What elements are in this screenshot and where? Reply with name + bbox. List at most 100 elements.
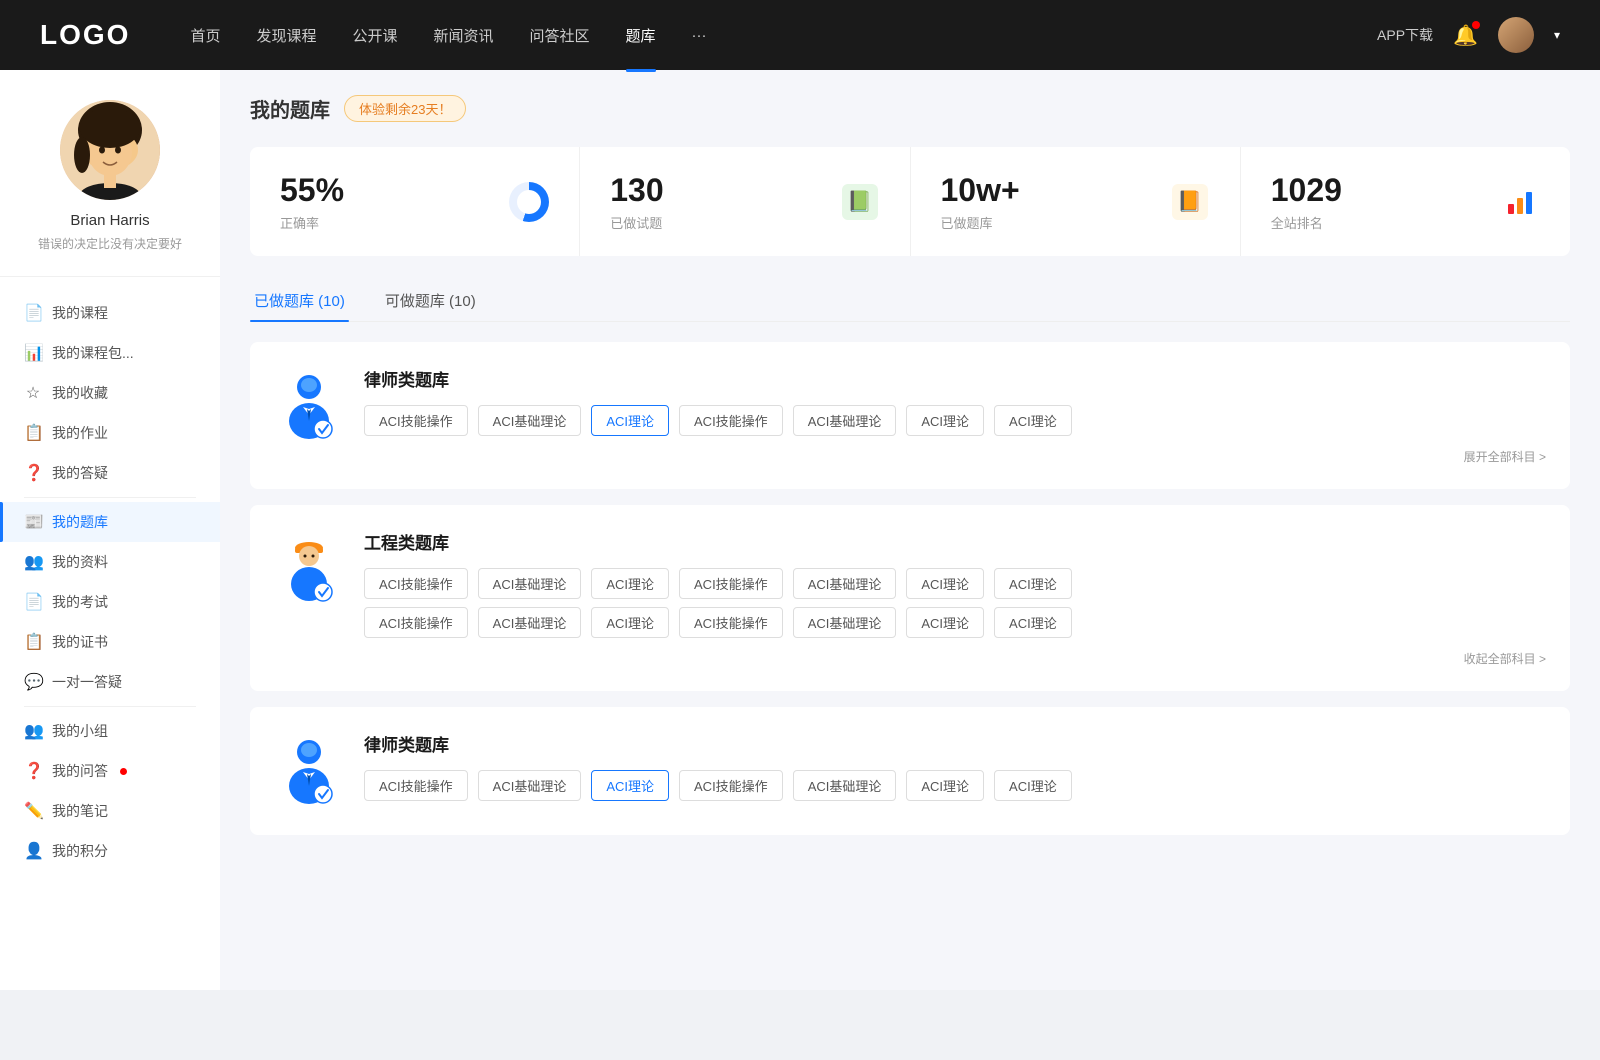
favorites-icon: ☆ <box>24 383 42 403</box>
collapse-text-engineer1: 收起全部科目 > <box>1464 652 1546 666</box>
eng2-tag-2[interactable]: ACI理论 <box>591 607 669 638</box>
sidebar-item-group[interactable]: 👥 我的小组 <box>0 711 220 751</box>
sidebar-item-notes[interactable]: ✏️ 我的笔记 <box>0 791 220 831</box>
stat-done-banks-label: 已做题库 <box>941 213 1154 232</box>
lawyer2-tags: ACI技能操作 ACI基础理论 ACI理论 ACI技能操作 ACI基础理论 AC… <box>364 770 1546 801</box>
sidebar-label-answering: 我的答疑 <box>52 463 108 483</box>
law2-tag-5[interactable]: ACI理论 <box>906 770 984 801</box>
book-green-icon: 📗 <box>842 184 878 220</box>
sidebar-item-packages[interactable]: 📊 我的课程包... <box>0 333 220 373</box>
stat-done-banks-value: 10w+ <box>941 171 1154 209</box>
eng-tag-6[interactable]: ACI理论 <box>994 568 1072 599</box>
tag-3[interactable]: ACI技能操作 <box>679 405 783 436</box>
nav-discover[interactable]: 发现课程 <box>256 25 316 46</box>
eng2-tag-3[interactable]: ACI技能操作 <box>679 607 783 638</box>
stat-site-rank: 1029 全站排名 <box>1241 147 1570 256</box>
stat-accuracy-info: 55% 正确率 <box>280 171 493 232</box>
done-banks-icon: 📙 <box>1170 182 1210 222</box>
eng2-tag-5[interactable]: ACI理论 <box>906 607 984 638</box>
sidebar-divider-1 <box>24 497 196 498</box>
sidebar-item-favorites[interactable]: ☆ 我的收藏 <box>0 373 220 413</box>
notes-icon: ✏️ <box>24 801 42 821</box>
eng2-tag-0[interactable]: ACI技能操作 <box>364 607 468 638</box>
sidebar-label-my-bank: 我的题库 <box>52 512 108 532</box>
notification-dot <box>1472 21 1480 29</box>
points-icon: 👤 <box>24 841 42 861</box>
sidebar-item-one-on-one[interactable]: 💬 一对一答疑 <box>0 662 220 702</box>
user-menu-chevron[interactable]: ▾ <box>1554 28 1560 42</box>
tag-5[interactable]: ACI理论 <box>906 405 984 436</box>
eng-tag-5[interactable]: ACI理论 <box>906 568 984 599</box>
expand-link-lawyer1[interactable]: 展开全部科目 > <box>364 444 1546 465</box>
eng2-tag-6[interactable]: ACI理论 <box>994 607 1072 638</box>
nav-news[interactable]: 新闻资讯 <box>434 25 494 46</box>
logo[interactable]: LOGO <box>40 19 130 51</box>
one-on-one-icon: 💬 <box>24 672 42 692</box>
user-avatar-nav[interactable] <box>1498 17 1534 53</box>
nav-qa[interactable]: 问答社区 <box>530 25 590 46</box>
tag-6[interactable]: ACI理论 <box>994 405 1072 436</box>
page-header: 我的题库 体验剩余23天！ <box>250 94 1570 123</box>
stat-accuracy: 55% 正确率 <box>250 147 580 256</box>
law2-tag-1[interactable]: ACI基础理论 <box>478 770 582 801</box>
sidebar-item-points[interactable]: 👤 我的积分 <box>0 831 220 871</box>
law2-tag-0[interactable]: ACI技能操作 <box>364 770 468 801</box>
tag-1[interactable]: ACI基础理论 <box>478 405 582 436</box>
sidebar-item-my-qa[interactable]: ❓ 我的问答 <box>0 751 220 791</box>
navbar-right: APP下载 🔔 ▾ <box>1377 17 1560 53</box>
notification-bell[interactable]: 🔔 <box>1453 23 1478 48</box>
tab-done[interactable]: 已做题库 (10) <box>250 280 349 321</box>
my-qa-icon: ❓ <box>24 761 42 781</box>
main-layout: Brian Harris 错误的决定比没有决定要好 📄 我的课程 📊 我的课程包… <box>0 70 1600 990</box>
tab-todo[interactable]: 可做题库 (10) <box>381 280 480 321</box>
nav-menu: 首页 发现课程 公开课 新闻资讯 问答社区 题库 ··· <box>190 25 1377 46</box>
law2-tag-2-active[interactable]: ACI理论 <box>591 770 669 801</box>
law2-tag-6[interactable]: ACI理论 <box>994 770 1072 801</box>
law2-tag-3[interactable]: ACI技能操作 <box>679 770 783 801</box>
sidebar-label-homework: 我的作业 <box>52 423 108 443</box>
engineer1-title: 工程类题库 <box>364 529 1546 554</box>
stat-accuracy-label: 正确率 <box>280 213 493 232</box>
sidebar-item-answering[interactable]: ❓ 我的答疑 <box>0 453 220 493</box>
stat-done-banks-info: 10w+ 已做题库 <box>941 171 1154 232</box>
user-profile: Brian Harris 错误的决定比没有决定要好 <box>0 100 220 277</box>
sidebar-item-homework[interactable]: 📋 我的作业 <box>0 413 220 453</box>
eng-tag-4[interactable]: ACI基础理论 <box>793 568 897 599</box>
stat-accuracy-value: 55% <box>280 171 493 209</box>
engineer1-tags-row2: ACI技能操作 ACI基础理论 ACI理论 ACI技能操作 ACI基础理论 AC… <box>364 607 1546 638</box>
eng-tag-2[interactable]: ACI理论 <box>591 568 669 599</box>
stat-done-banks: 10w+ 已做题库 📙 <box>911 147 1241 256</box>
nav-more[interactable]: ··· <box>692 27 707 44</box>
sidebar-item-profile[interactable]: 👥 我的资料 <box>0 542 220 582</box>
app-download-link[interactable]: APP下载 <box>1377 25 1433 45</box>
sidebar-label-cert: 我的证书 <box>52 632 108 652</box>
eng-tag-1[interactable]: ACI基础理论 <box>478 568 582 599</box>
sidebar-item-my-bank[interactable]: 📰 我的题库 <box>0 502 220 542</box>
tag-0[interactable]: ACI技能操作 <box>364 405 468 436</box>
sidebar-item-my-courses[interactable]: 📄 我的课程 <box>0 293 220 333</box>
eng-tag-3[interactable]: ACI技能操作 <box>679 568 783 599</box>
eng-tag-0[interactable]: ACI技能操作 <box>364 568 468 599</box>
content-area: 我的题库 体验剩余23天！ 55% 正确率 130 已做试题 <box>220 70 1600 990</box>
stat-site-rank-info: 1029 全站排名 <box>1271 171 1484 232</box>
sidebar-label-packages: 我的课程包... <box>52 343 134 363</box>
tabs-bar: 已做题库 (10) 可做题库 (10) <box>250 280 1570 322</box>
answering-icon: ❓ <box>24 463 42 483</box>
collapse-link-engineer1[interactable]: 收起全部科目 > <box>364 646 1546 667</box>
nav-home[interactable]: 首页 <box>190 25 220 46</box>
site-rank-icon <box>1500 182 1540 222</box>
nav-question-bank[interactable]: 题库 <box>626 25 656 46</box>
law2-tag-4[interactable]: ACI基础理论 <box>793 770 897 801</box>
tag-4[interactable]: ACI基础理论 <box>793 405 897 436</box>
qbank-card-engineer1: 工程类题库 ACI技能操作 ACI基础理论 ACI理论 ACI技能操作 ACI基… <box>250 505 1570 691</box>
stat-site-rank-label: 全站排名 <box>1271 213 1484 232</box>
eng2-tag-4[interactable]: ACI基础理论 <box>793 607 897 638</box>
sidebar-item-cert[interactable]: 📋 我的证书 <box>0 622 220 662</box>
nav-open-course[interactable]: 公开课 <box>352 25 397 46</box>
trial-badge: 体验剩余23天！ <box>344 95 466 122</box>
tag-2-active[interactable]: ACI理论 <box>591 405 669 436</box>
stat-done-questions-info: 130 已做试题 <box>610 171 823 232</box>
accuracy-pie-icon <box>509 182 549 222</box>
eng2-tag-1[interactable]: ACI基础理论 <box>478 607 582 638</box>
sidebar-item-exam[interactable]: 📄 我的考试 <box>0 582 220 622</box>
